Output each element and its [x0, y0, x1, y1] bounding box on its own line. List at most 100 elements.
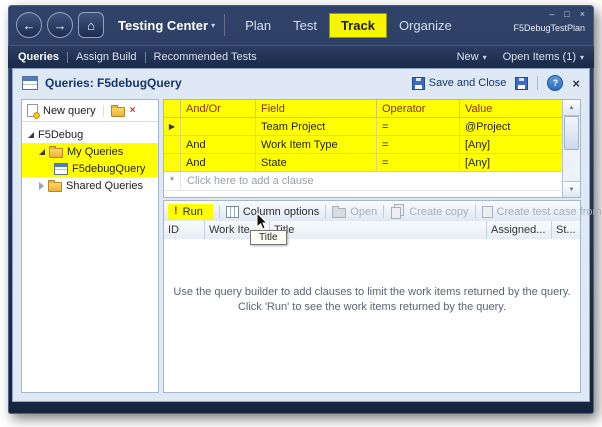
clause-value-cell[interactable]: @Project [460, 118, 563, 136]
expander-collapsed-icon[interactable] [39, 181, 44, 190]
tab-plan[interactable]: Plan [235, 13, 281, 38]
clause-value-cell[interactable]: [Any] [460, 136, 563, 154]
clause-row[interactable]: ▶ Team Project = @Project [164, 118, 563, 136]
delete-query-button[interactable]: × [130, 105, 136, 116]
close-view-button[interactable]: × [572, 77, 580, 90]
menu-right: New ▾ Open Items (1) ▾ [457, 51, 584, 63]
clause-grid-header: And/Or Field Operator Value [164, 100, 563, 118]
tree-item-shared-queries[interactable]: Shared Queries [22, 177, 158, 194]
column-header-operator: Operator [377, 100, 460, 118]
minimize-button[interactable]: – [549, 10, 554, 19]
menu-item-recommended-tests[interactable]: Recommended Tests [154, 51, 257, 63]
clause-row[interactable]: And State = [Any] [164, 154, 563, 172]
open-button[interactable]: Open [332, 205, 377, 218]
tree-toolbar: New query × [22, 100, 158, 122]
tree-item-my-queries[interactable]: My Queries [22, 143, 158, 160]
tree-item-label: My Queries [67, 145, 124, 158]
clause-row[interactable]: And Work Item Type = [Any] [164, 136, 563, 154]
query-icon [22, 76, 38, 90]
forward-button[interactable]: → [47, 12, 73, 38]
column-header-state[interactable]: St... [552, 221, 580, 239]
view-header: Queries: F5debugQuery Save and Close ? × [13, 69, 589, 97]
add-clause-row[interactable]: * Click here to add a clause [164, 172, 563, 191]
save-button[interactable] [515, 76, 529, 90]
new-query-button[interactable]: New query [43, 105, 96, 117]
clause-field-cell[interactable]: Work Item Type [256, 136, 377, 154]
divider [474, 205, 476, 218]
run-button[interactable]: ! Run [168, 203, 213, 220]
column-options-icon [225, 205, 239, 218]
tab-test[interactable]: Test [283, 13, 327, 38]
scrollbar-thumb[interactable] [564, 116, 579, 150]
center-title[interactable]: Testing Center [118, 18, 208, 33]
column-header-assigned-to[interactable]: Assigned... [487, 221, 552, 239]
expander-expanded-icon[interactable] [39, 148, 45, 155]
clause-operator-cell[interactable]: = [377, 136, 460, 154]
scroll-up-button[interactable]: ▲ [563, 100, 580, 116]
clause-andor-cell[interactable]: And [181, 154, 256, 172]
page-title: Queries: F5debugQuery [45, 76, 182, 90]
clause-field-cell[interactable]: State [256, 154, 377, 172]
tree-item-f5debugquery[interactable]: F5debugQuery [22, 160, 158, 177]
clause-operator-cell[interactable]: = [377, 154, 460, 172]
row-gutter [164, 136, 181, 154]
row-gutter [164, 154, 181, 172]
new-menu-label: New [456, 51, 479, 63]
clause-grid-scrollbar[interactable]: ▲ ▼ [562, 100, 580, 197]
new-row-indicator: * [164, 172, 181, 190]
column-options-label: Column options [242, 205, 320, 218]
chevron-down-icon[interactable]: ▾ [211, 21, 215, 30]
tree-item-label: Shared Queries [66, 179, 144, 192]
clause-value-cell[interactable]: [Any] [460, 154, 563, 172]
run-label: Run [182, 205, 203, 218]
tab-track[interactable]: Track [328, 12, 387, 38]
home-button[interactable]: ⌂ [78, 12, 104, 38]
column-header-value: Value [460, 100, 563, 118]
expander-expanded-icon[interactable] [28, 131, 34, 138]
column-options-button[interactable]: Column options [225, 205, 320, 218]
clause-field-cell[interactable]: Team Project [256, 118, 377, 136]
divider [325, 205, 327, 218]
maximize-button[interactable]: □ [564, 10, 569, 19]
open-items-menu[interactable]: Open Items (1) ▾ [503, 51, 584, 63]
create-test-case-from-bug-button[interactable]: Create test case from bug [481, 205, 602, 218]
help-button[interactable]: ? [547, 75, 564, 91]
column-header-id[interactable]: ID [164, 221, 205, 239]
save-and-close-label: Save and Close [428, 77, 507, 89]
save-icon [411, 76, 425, 90]
copy-icon [391, 207, 402, 219]
top-right-cluster: – □ × F5DebugTestPlan [513, 10, 585, 34]
test-case-icon [481, 205, 493, 218]
back-button[interactable]: ← [16, 12, 42, 38]
clause-operator-cell[interactable]: = [377, 118, 460, 136]
column-header-field: Field [256, 100, 377, 118]
tree-item-label: F5Debug [38, 128, 84, 141]
save-and-close-button[interactable]: Save and Close [411, 76, 507, 90]
menu-bar: Queries Assign Build Recommended Tests N… [8, 45, 594, 68]
menu-item-assign-build[interactable]: Assign Build [76, 51, 137, 63]
clause-andor-cell[interactable] [181, 118, 256, 136]
open-items-label: Open Items (1) [502, 51, 576, 63]
create-copy-button[interactable]: Create copy [390, 204, 469, 219]
clause-andor-cell[interactable]: And [181, 136, 256, 154]
content-area: Queries: F5debugQuery Save and Close ? ×… [12, 68, 602, 402]
close-button[interactable]: × [580, 10, 585, 19]
scroll-down-button[interactable]: ▼ [563, 181, 580, 197]
new-folder-button[interactable] [110, 105, 125, 117]
run-icon: ! [174, 205, 178, 217]
chevron-down-icon: ▾ [579, 52, 584, 62]
tree-item-f5debug[interactable]: F5Debug [22, 126, 158, 143]
window-controls: – □ × [549, 10, 585, 19]
menu-item-queries[interactable]: Queries [18, 51, 59, 63]
gutter-header-cell [164, 100, 181, 118]
tab-organize[interactable]: Organize [389, 13, 462, 38]
divider [218, 205, 220, 218]
column-header-title[interactable]: Title [270, 221, 487, 239]
new-menu[interactable]: New ▾ [457, 51, 487, 63]
add-clause-label[interactable]: Click here to add a clause [181, 172, 320, 190]
top-bar: ← → ⌂ Testing Center ▾ Plan Test Track O… [8, 5, 594, 45]
folder-icon [49, 146, 63, 158]
empty-message-line1: Use the query builder to add clauses to … [173, 286, 571, 298]
divider [383, 205, 385, 218]
clause-grid: And/Or Field Operator Value ▶ Team Proje… [163, 99, 581, 198]
